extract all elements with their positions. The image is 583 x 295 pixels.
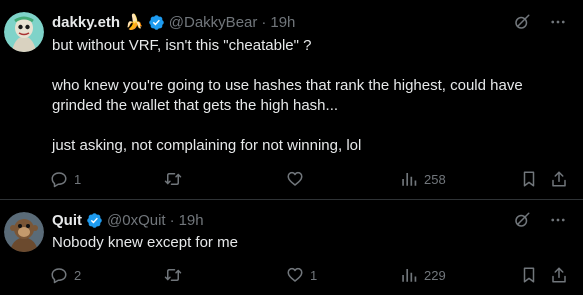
banana-emoji: 🍌 <box>125 14 144 31</box>
share-button[interactable] <box>550 265 568 285</box>
grok-icon[interactable] <box>513 211 531 229</box>
separator-dot: · <box>169 211 175 229</box>
repost-icon <box>164 266 182 284</box>
views-button[interactable]: 258 <box>400 169 446 189</box>
tweet-header: Quit @0xQuit · 19h <box>52 210 204 230</box>
views-icon <box>400 170 418 188</box>
more-icon[interactable] <box>549 13 567 31</box>
avatar[interactable] <box>4 12 44 52</box>
avatar[interactable] <box>4 212 44 252</box>
repost-button[interactable] <box>164 265 188 285</box>
tweet-actions: 2 1 229 <box>50 265 570 285</box>
display-name[interactable]: dakky.eth <box>52 14 120 31</box>
share-icon <box>550 266 568 284</box>
reply-icon <box>50 266 68 284</box>
grok-icon[interactable] <box>513 13 531 31</box>
bookmark-button[interactable] <box>520 265 538 285</box>
tweet-paragraph: just asking, not complaining for not win… <box>52 137 362 154</box>
bookmark-icon <box>520 170 538 188</box>
tweet-dakky[interactable]: dakky.eth 🍌 @DakkyBear · 19h but without… <box>0 0 583 200</box>
tweet-paragraph: who knew you're going to use hashes that… <box>52 77 523 114</box>
like-count: 1 <box>310 267 318 283</box>
reply-icon <box>50 170 68 188</box>
handle[interactable]: @0xQuit <box>107 212 166 229</box>
reply-button[interactable]: 1 <box>50 169 81 189</box>
reply-button[interactable]: 2 <box>50 265 81 285</box>
handle[interactable]: @DakkyBear <box>169 14 258 31</box>
repost-button[interactable] <box>164 169 188 189</box>
share-icon <box>550 170 568 188</box>
tweet-top-actions <box>513 13 567 31</box>
timestamp[interactable]: 19h <box>179 212 204 229</box>
more-icon[interactable] <box>549 211 567 229</box>
timestamp[interactable]: 19h <box>270 14 295 31</box>
share-button[interactable] <box>550 169 568 189</box>
like-icon <box>286 266 304 284</box>
like-button[interactable] <box>286 169 310 189</box>
verified-badge-icon <box>86 212 103 229</box>
like-icon <box>286 170 304 188</box>
bookmark-button[interactable] <box>520 169 538 189</box>
verified-badge-icon <box>148 14 165 31</box>
tweet-paragraph: but without VRF, isn't this "cheatable" … <box>52 37 312 54</box>
view-count: 229 <box>424 267 446 283</box>
reply-count: 1 <box>74 171 82 187</box>
repost-icon <box>164 170 182 188</box>
reply-count: 2 <box>74 267 82 283</box>
tweet-header: dakky.eth 🍌 @DakkyBear · 19h <box>52 12 295 32</box>
tweet-text: Nobody knew except for me <box>52 233 572 253</box>
like-button[interactable]: 1 <box>286 265 317 285</box>
tweet-paragraph <box>52 56 572 76</box>
view-count: 258 <box>424 171 446 187</box>
tweet-text: but without VRF, isn't this "cheatable" … <box>52 36 572 156</box>
tweet-quit[interactable]: Quit @0xQuit · 19h Nobody knew except fo… <box>0 200 583 295</box>
tweet-top-actions <box>513 211 567 229</box>
views-icon <box>400 266 418 284</box>
separator-dot: · <box>261 13 267 31</box>
tweet-actions: 1 258 <box>50 169 570 189</box>
tweet-paragraph <box>52 116 572 136</box>
tweet-paragraph: Nobody knew except for me <box>52 234 238 251</box>
bookmark-icon <box>520 266 538 284</box>
views-button[interactable]: 229 <box>400 265 446 285</box>
display-name[interactable]: Quit <box>52 212 82 229</box>
